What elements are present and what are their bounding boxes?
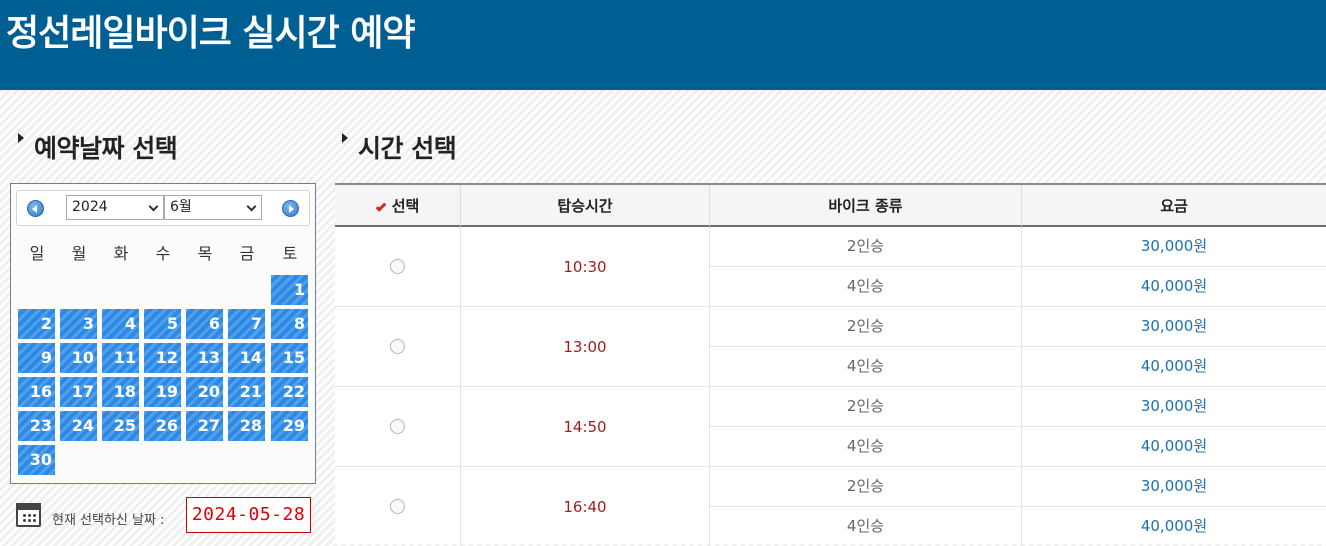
time-slot-radio[interactable] (390, 259, 405, 274)
header-bike: 바이크 종류 (710, 185, 1022, 227)
time-slot-time: 14:50 (461, 387, 710, 467)
date-calendar: 2024 6월 일월화수목금토 1 2 3 4 5 6 7 8 9 10 11 12 13 14 15 16 1… (10, 183, 316, 484)
time-section-title: 시간 선택 (342, 129, 457, 165)
calendar-day[interactable]: 2 (18, 309, 55, 339)
calendar-day[interactable]: 18 (102, 377, 139, 407)
calendar-day[interactable]: 20 (186, 377, 223, 407)
bullet-icon (18, 133, 24, 143)
check-icon (375, 201, 386, 212)
bike-type: 2인승 (710, 227, 1022, 267)
calendar-day[interactable]: 14 (228, 343, 265, 373)
month-select-value: 6월 (170, 199, 192, 215)
calendar-day[interactable]: 24 (60, 411, 97, 441)
bike-type: 4인승 (710, 507, 1022, 546)
bullet-icon (342, 133, 348, 143)
month-select[interactable]: 6월 (164, 195, 262, 220)
calendar-day[interactable]: 3 (60, 309, 97, 339)
slot-radio-cell[interactable] (335, 307, 461, 387)
bike-type: 4인승 (710, 267, 1022, 307)
calendar-day[interactable]: 26 (144, 411, 181, 441)
time-slot-time: 10:30 (461, 227, 710, 307)
price: 30,000원 (1022, 307, 1326, 347)
price: 40,000원 (1022, 267, 1326, 307)
calendar-icon (16, 503, 41, 527)
time-section-label: 시간 선택 (358, 134, 457, 163)
calendar-day[interactable]: 15 (271, 343, 308, 373)
calendar-day[interactable]: 28 (228, 411, 265, 441)
current-date-display: 현재 선택하신 날짜 : 2024-05-28 (16, 497, 316, 533)
calendar-day[interactable]: 6 (186, 309, 223, 339)
calendar-day[interactable]: 7 (228, 309, 265, 339)
slot-radio-cell[interactable] (335, 227, 461, 307)
page-header: 정선레일바이크 실시간 예약 (0, 0, 1326, 90)
current-date-value: 2024-05-28 (186, 497, 311, 533)
date-section-label: 예약날짜 선택 (34, 134, 178, 163)
price: 30,000원 (1022, 387, 1326, 427)
prev-month-icon[interactable] (27, 200, 44, 217)
calendar-day[interactable]: 9 (18, 343, 55, 373)
calendar-day[interactable]: 21 (228, 377, 265, 407)
next-month-icon[interactable] (282, 200, 299, 217)
calendar-day[interactable]: 1 (271, 275, 308, 305)
slot-radio-cell[interactable] (335, 387, 461, 467)
calendar-day[interactable]: 8 (271, 309, 308, 339)
header-price: 요금 (1022, 185, 1326, 227)
calendar-day[interactable]: 4 (102, 309, 139, 339)
price: 40,000원 (1022, 427, 1326, 467)
year-select-value: 2024 (72, 199, 108, 215)
header-time: 탑승시간 (461, 185, 710, 227)
weekday-label: 토 (282, 244, 298, 263)
calendar-day[interactable]: 16 (18, 377, 55, 407)
year-select[interactable]: 2024 (66, 195, 164, 220)
weekday-label: 화 (113, 244, 129, 263)
slot-radio-cell[interactable] (335, 467, 461, 546)
calendar-day[interactable]: 5 (144, 309, 181, 339)
time-slot-time: 16:40 (461, 467, 710, 546)
calendar-day[interactable]: 23 (18, 411, 55, 441)
time-table: 선택 탑승시간 바이크 종류 요금 10:30 2인승 30,000원 4인승 40,0… (335, 183, 1326, 546)
time-slot-time: 13:00 (461, 307, 710, 387)
chevron-down-icon (246, 201, 257, 212)
time-slot-radio[interactable] (390, 339, 405, 354)
calendar-day[interactable]: 12 (144, 343, 181, 373)
price: 30,000원 (1022, 467, 1326, 507)
calendar-day[interactable]: 30 (18, 445, 55, 475)
date-section-title: 예약날짜 선택 (18, 129, 178, 165)
calendar-day[interactable]: 19 (144, 377, 181, 407)
price: 30,000원 (1022, 227, 1326, 267)
weekday-label: 목 (197, 244, 213, 263)
chevron-down-icon (148, 201, 159, 212)
weekday-label: 수 (155, 244, 171, 263)
price: 40,000원 (1022, 507, 1326, 546)
price: 40,000원 (1022, 347, 1326, 387)
weekday-label: 월 (71, 244, 87, 263)
calendar-day[interactable]: 22 (271, 377, 308, 407)
calendar-day[interactable]: 17 (60, 377, 97, 407)
calendar-day[interactable]: 10 (60, 343, 97, 373)
time-slot-radio[interactable] (390, 419, 405, 434)
bike-type: 2인승 (710, 307, 1022, 347)
header-select-label: 선택 (391, 197, 420, 215)
header-select: 선택 (335, 185, 461, 227)
bike-type: 4인승 (710, 347, 1022, 387)
bike-type: 4인승 (710, 427, 1022, 467)
bike-type: 2인승 (710, 387, 1022, 427)
bike-type: 2인승 (710, 467, 1022, 507)
calendar-day[interactable]: 11 (102, 343, 139, 373)
calendar-day[interactable]: 27 (186, 411, 223, 441)
current-date-label: 현재 선택하신 날짜 : (52, 513, 165, 528)
calendar-header: 2024 6월 (16, 190, 310, 226)
calendar-day[interactable]: 13 (186, 343, 223, 373)
calendar-day[interactable]: 29 (271, 411, 308, 441)
weekday-label: 일 (29, 244, 45, 263)
weekday-label: 금 (239, 244, 255, 263)
page-title: 정선레일바이크 실시간 예약 (6, 13, 416, 54)
calendar-day[interactable]: 25 (102, 411, 139, 441)
time-slot-radio[interactable] (390, 499, 405, 514)
